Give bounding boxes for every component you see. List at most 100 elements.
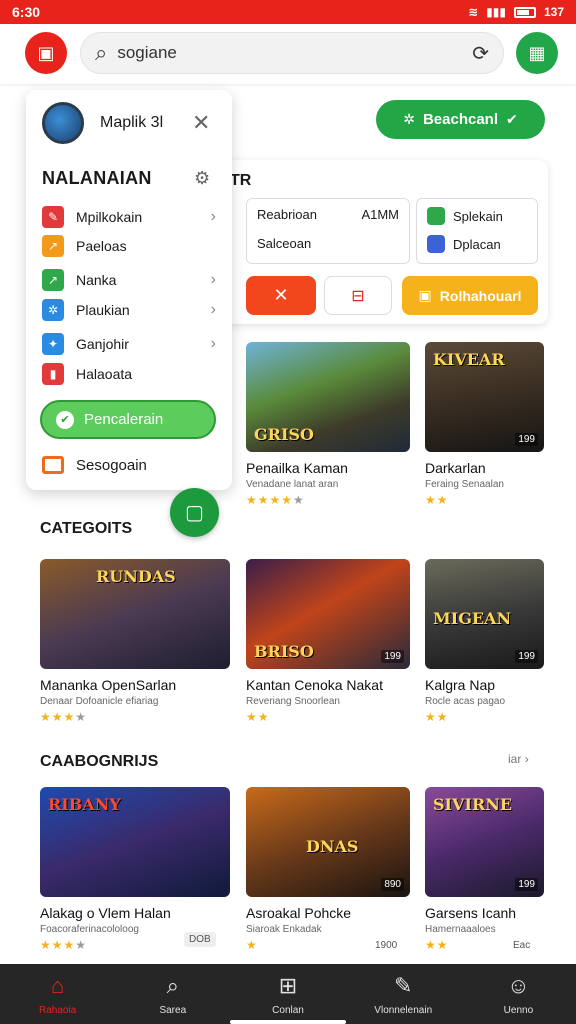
home-indicator	[230, 1020, 346, 1024]
game-card[interactable]: SIVIRNE 199 Garsens Icanh Hamernaaaloes …	[425, 787, 544, 952]
game-thumbnail: SIVIRNE 199	[425, 787, 544, 897]
drawer-footer-label: Sesogoain	[76, 456, 147, 474]
game-card[interactable]: RIBANY Alakag o Vlem Halan Foacoraferina…	[40, 787, 230, 952]
blue-square-icon	[427, 235, 445, 253]
search-icon: ⌕	[95, 40, 108, 65]
card-tag: Eac	[513, 940, 531, 951]
game-logo: KIVEAR	[433, 350, 505, 369]
game-subtitle: Venadane lanat aran	[246, 479, 339, 490]
drawer-item-label: Nanka	[76, 272, 117, 288]
drawer-item-3[interactable]: ↗ Nanka ›	[42, 267, 216, 293]
drawer-item-label: Plaukian	[76, 302, 130, 318]
cancel-action-button[interactable]: ✕	[246, 276, 316, 315]
battery-level: 137	[543, 5, 564, 19]
game-subtitle: Feraing Senaalan	[425, 479, 504, 490]
drawer-cta-button[interactable]: ✔ Pencalerain	[40, 400, 216, 439]
bag-icon: ⊟	[351, 287, 365, 305]
status-icons: ≋ ▮▮▮ 137	[468, 5, 564, 19]
game-logo: MIGEAN	[433, 609, 512, 628]
drawer-item-6[interactable]: ▮ Halaoata	[42, 361, 216, 387]
chevron-right-icon: ›	[210, 208, 216, 225]
game-title: Kantan Cenoka Nakat	[246, 677, 383, 693]
panel-info-box[interactable]: Reabrioan A1MM Salceoan	[246, 198, 410, 264]
avatar[interactable]	[42, 102, 84, 144]
nav-home[interactable]: ⌂ Rahaoia	[0, 964, 115, 1024]
panel-box1-line2: Salceoan	[257, 236, 312, 251]
search-input[interactable]	[117, 43, 473, 63]
profile-icon: ☺	[507, 972, 530, 998]
see-all-link[interactable]: iar ›	[508, 752, 529, 766]
search-bar[interactable]: ⌕ ⟳	[80, 32, 504, 74]
game-subtitle: Denaar Dofoanicle efiariag	[40, 696, 159, 707]
game-badge: 890	[381, 878, 404, 891]
close-icon[interactable]: ✕	[192, 110, 210, 136]
window-icon	[42, 456, 64, 474]
drawer-item-2[interactable]: ↗ Paeloas	[42, 233, 216, 259]
trend-icon: ↗	[42, 235, 64, 257]
panel-box2-row2: Dplacan	[453, 236, 501, 252]
drawer-item-label: Halaoata	[76, 366, 133, 382]
star-rating: ★★	[425, 493, 449, 507]
game-badge: 199	[381, 650, 404, 663]
orange-action-label: Rolhahouarl	[439, 287, 522, 304]
star-rating: ★★	[425, 710, 449, 724]
gift-button[interactable]: ▦	[516, 32, 558, 74]
game-logo: SIVIRNE	[433, 795, 513, 814]
panel-title: TR	[230, 172, 252, 189]
fan-icon: ✲	[42, 299, 64, 321]
panel-options-box[interactable]: Splekain Dplacan	[416, 198, 538, 264]
chevron-right-icon: ›	[210, 271, 216, 288]
game-logo: DNAS	[306, 837, 359, 856]
chevron-right-icon: ›	[210, 301, 216, 318]
shop-icon: ▣	[37, 42, 55, 63]
refresh-icon[interactable]: ⟳	[472, 41, 489, 66]
see-all-label: iar	[508, 752, 522, 766]
game-subtitle: Rocle acas pagao	[425, 696, 506, 707]
section-title: CAABOGNRIJS	[40, 753, 159, 770]
drawer-item-5[interactable]: ✦ Ganjohir ›	[42, 331, 216, 357]
floating-action-button[interactable]: ▢	[170, 488, 219, 537]
check-icon: ✔	[506, 111, 518, 127]
game-title: Kalgra Nap	[425, 677, 496, 693]
nav-label: Vlonnelenain	[374, 1004, 433, 1016]
app-logo-button[interactable]: ▣	[25, 32, 67, 74]
chart-icon: ↗	[42, 269, 64, 291]
game-card[interactable]: GRISO Penailka Kaman Venadane lanat aran…	[246, 342, 410, 507]
section-title: CATEGOITS	[40, 520, 133, 537]
nav-label: Conlan	[272, 1004, 304, 1016]
nav-notifications[interactable]: ✎ Vlonnelenain	[346, 964, 461, 1024]
nav-label: Sarea	[159, 1004, 187, 1016]
bag-action-button[interactable]: ⊟	[324, 276, 392, 315]
signal-icon: ▮▮▮	[486, 5, 506, 19]
drawer-item-label: Ganjohir	[76, 336, 129, 352]
game-thumbnail: MIGEAN 199	[425, 559, 544, 669]
search-icon: ⌕	[166, 972, 179, 998]
drawer-item-4[interactable]: ✲ Plaukian ›	[42, 297, 216, 323]
game-card[interactable]: RUNDAS Mananka OpenSarlan Denaar Dofoani…	[40, 559, 230, 724]
game-card[interactable]: KIVEAR 199 Darkarlan Feraing Senaalan ★★	[425, 342, 544, 507]
drawer-heading: NALANAIAN	[42, 168, 152, 188]
nav-profile[interactable]: ☺ Uenno	[461, 964, 576, 1024]
chevron-right-icon: ›	[210, 335, 216, 352]
status-bar: 6:30 ≋ ▮▮▮ 137	[0, 0, 576, 24]
header-action-button[interactable]: ✲ Beachcanl ✔	[376, 100, 545, 139]
nav-label: Rahaoia	[38, 1004, 77, 1016]
edit-icon: ✎	[42, 206, 64, 228]
game-subtitle: Hamernaaaloes	[425, 924, 496, 935]
game-logo: BRISO	[254, 642, 314, 661]
game-card[interactable]: DNAS 890 Asroakal Pohcke Siaroak Enkadak…	[246, 787, 410, 952]
drawer-item-label: Paeloas	[76, 238, 127, 254]
notification-icon: ✎	[393, 972, 413, 998]
game-thumbnail: RUNDAS	[40, 559, 230, 669]
orange-action-button[interactable]: ▣ Rolhahouarl	[402, 276, 538, 315]
drawer-footer-item[interactable]: Sesogoain	[42, 456, 147, 474]
panel-box1-line1-left: Reabrioan	[257, 207, 317, 222]
nav-search[interactable]: ⌕ Sarea	[115, 964, 230, 1024]
nav-create[interactable]: ⊞ Conlan	[230, 964, 345, 1024]
drawer-item-label: Mpilkokain	[76, 209, 143, 225]
drawer-item-1[interactable]: ✎ Mpilkokain ›	[42, 204, 216, 230]
game-card[interactable]: BRISO 199 Kantan Cenoka Nakat Reveriang …	[246, 559, 410, 724]
game-card[interactable]: MIGEAN 199 Kalgra Nap Rocle acas pagao ★…	[425, 559, 544, 724]
gear-icon[interactable]: ⚙	[194, 168, 210, 189]
game-title: Alakag o Vlem Halan	[40, 905, 171, 921]
